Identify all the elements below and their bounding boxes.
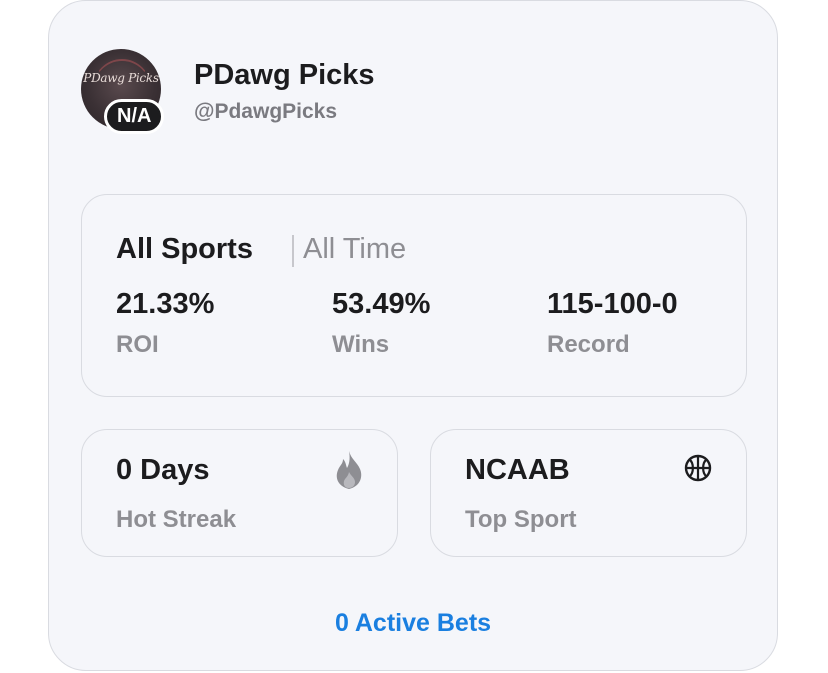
period-filter[interactable]: All Time — [303, 233, 406, 266]
avatar-logo-text: PDawg Picks — [83, 71, 159, 85]
top-sport-box: NCAAB Top Sport — [430, 429, 747, 557]
stat-wins: 53.49% Wins — [332, 287, 430, 359]
top-sport-value: NCAAB — [465, 454, 570, 486]
avatar[interactable]: PDawg Picks N/A — [81, 49, 165, 134]
streak-label: Hot Streak — [116, 506, 237, 533]
rank-badge: N/A — [104, 99, 165, 134]
stat-label: Record — [547, 331, 630, 358]
top-sport-label: Top Sport — [465, 506, 577, 533]
stat-record: 115-100-0 Record — [547, 287, 678, 359]
profile-handle: @PdawgPicks — [194, 100, 338, 123]
hot-streak-box: 0 Days Hot Streak — [81, 429, 398, 557]
stat-value: 115-100-0 — [547, 288, 678, 320]
fire-icon — [336, 451, 362, 489]
stat-roi: 21.33% ROI — [116, 287, 214, 359]
stat-value: 53.49% — [332, 288, 431, 320]
stat-value: 21.33% — [116, 288, 215, 320]
active-bets-link[interactable]: 0 Active Bets — [49, 609, 777, 638]
stat-label: ROI — [116, 331, 159, 358]
profile-name: PDawg Picks — [194, 59, 375, 91]
streak-value: 0 Days — [116, 454, 210, 486]
filter-divider — [292, 235, 294, 267]
basketball-icon — [684, 454, 712, 482]
tipster-card: PDawg Picks N/A PDawg Picks @PdawgPicks … — [48, 0, 778, 671]
sport-filter[interactable]: All Sports — [116, 233, 253, 266]
stat-label: Wins — [332, 331, 390, 358]
performance-summary: All Sports All Time 21.33% ROI 53.49% Wi… — [81, 194, 747, 397]
